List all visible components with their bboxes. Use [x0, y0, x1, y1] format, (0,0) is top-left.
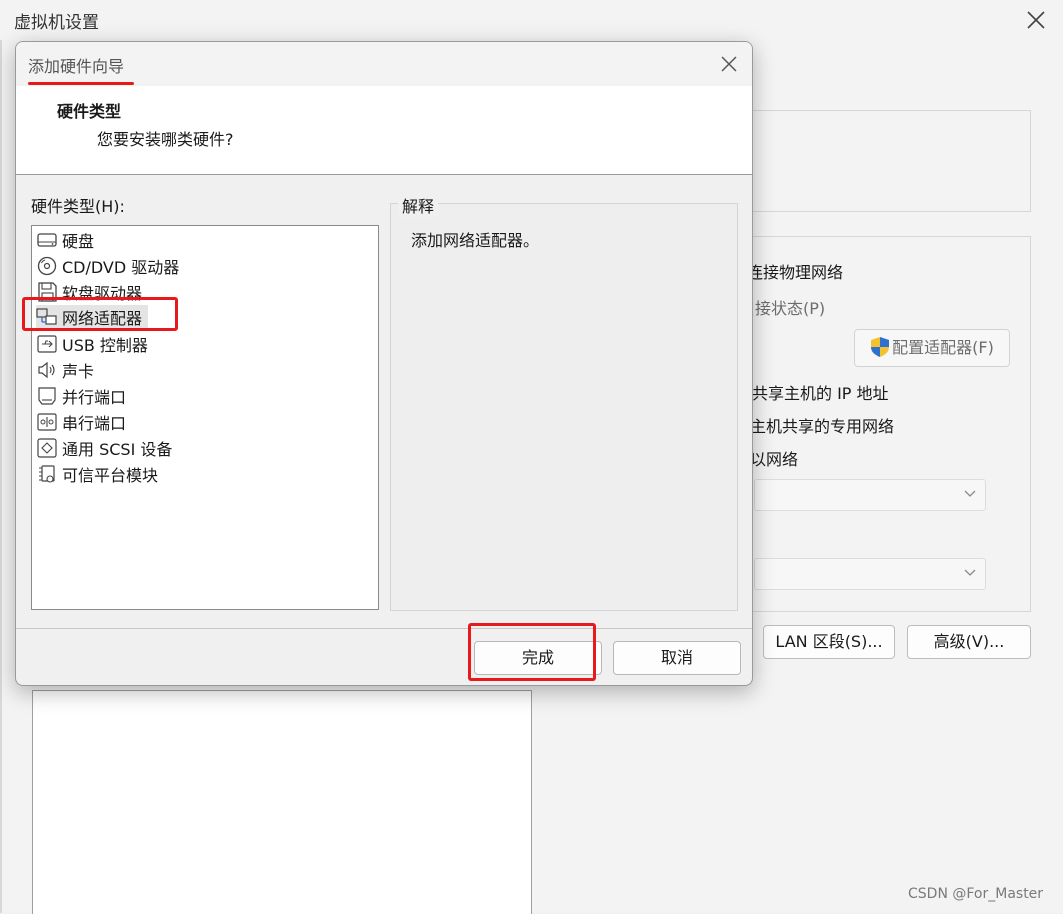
list-item[interactable]: 可信平台模块 [36, 462, 158, 486]
cancel-button[interactable]: 取消 [613, 641, 741, 675]
list-item[interactable]: 硬盘 [36, 228, 94, 252]
footer-divider [16, 628, 752, 629]
serial-port-icon [37, 413, 57, 431]
scsi-icon [37, 438, 57, 458]
device-status-group [752, 110, 1031, 212]
configure-adapter-label: 配置适配器(F) [892, 338, 994, 357]
annotation-highlight-box [468, 623, 596, 681]
chevron-down-icon [964, 490, 976, 497]
chevron-down-icon [964, 569, 976, 576]
speaker-icon [38, 361, 55, 379]
nat-option-label[interactable]: 共享主机的 IP 地址 [752, 380, 889, 404]
annotation-underline [28, 82, 134, 85]
hardware-item-label: 声卡 [62, 362, 95, 381]
annotation-highlight-box [22, 297, 178, 331]
dialog-heading: 硬件类型 [57, 102, 122, 121]
advanced-button[interactable]: 高级(V)... [907, 625, 1031, 659]
host-only-option-label[interactable]: 主机共享的专用网络 [750, 413, 894, 437]
custom-network-select[interactable] [754, 479, 986, 511]
hardware-item-label: 可信平台模块 [62, 466, 159, 485]
device-list[interactable] [32, 690, 532, 914]
hardware-item-label: 硬盘 [62, 232, 95, 251]
lan-segment-button[interactable]: LAN 区段(S)... [763, 625, 895, 659]
bridged-option-label[interactable]: 连接物理网络 [747, 259, 843, 283]
watermark: CSDN @For_Master [908, 886, 1044, 902]
usb-icon [37, 335, 57, 353]
shield-icon [871, 337, 890, 357]
add-hardware-wizard-dialog: 添加硬件向导 硬件类型 您要安装哪类硬件? 硬件类型(H): 硬盘 CD/DVD… [15, 41, 753, 686]
custom-option-label[interactable]: 以网络 [750, 446, 798, 470]
list-item[interactable]: USB 控制器 [36, 332, 148, 356]
parallel-port-icon [38, 387, 56, 405]
dialog-subheading: 您要安装哪类硬件? [97, 130, 234, 149]
dialog-header: 硬件类型 您要安装哪类硬件? [16, 86, 752, 175]
explanation-group [390, 203, 738, 611]
hardware-item-label: 并行端口 [62, 388, 127, 407]
tpm-icon [39, 465, 55, 483]
close-icon[interactable] [1022, 6, 1050, 34]
window-edge [0, 40, 2, 913]
list-item[interactable]: CD/DVD 驱动器 [36, 254, 179, 278]
hardware-item-label: USB 控制器 [62, 336, 148, 355]
configure-adapter-button[interactable]: 配置适配器(F) [854, 329, 1010, 367]
vm-settings-title: 虚拟机设置 [14, 13, 99, 33]
replicate-state-label[interactable]: 接状态(P) [755, 295, 825, 319]
close-icon[interactable] [716, 51, 742, 77]
hardware-item-label: CD/DVD 驱动器 [62, 258, 180, 277]
explanation-text: 添加网络适配器。 [411, 231, 540, 250]
hardware-item-label: 串行端口 [62, 414, 127, 433]
lan-segment-select[interactable] [754, 558, 986, 590]
hard-disk-icon [37, 233, 57, 247]
hardware-type-label: 硬件类型(H): [31, 197, 125, 216]
dialog-title: 添加硬件向导 [28, 57, 125, 76]
hardware-item-label: 通用 SCSI 设备 [62, 440, 173, 459]
list-item[interactable]: 通用 SCSI 设备 [36, 436, 172, 460]
hardware-type-list[interactable]: 硬盘 CD/DVD 驱动器 软盘驱动器 网络适配器 USB 控制器 声卡 并行端… [31, 225, 379, 610]
list-item[interactable]: 声卡 [36, 358, 94, 382]
explanation-title: 解释 [398, 193, 439, 217]
list-item[interactable]: 并行端口 [36, 384, 126, 408]
dialog-title-bar: 添加硬件向导 [16, 42, 752, 86]
list-item[interactable]: 串行端口 [36, 410, 126, 434]
vm-settings-title-bar: 虚拟机设置 [0, 0, 1063, 40]
cd-dvd-icon [37, 256, 57, 276]
